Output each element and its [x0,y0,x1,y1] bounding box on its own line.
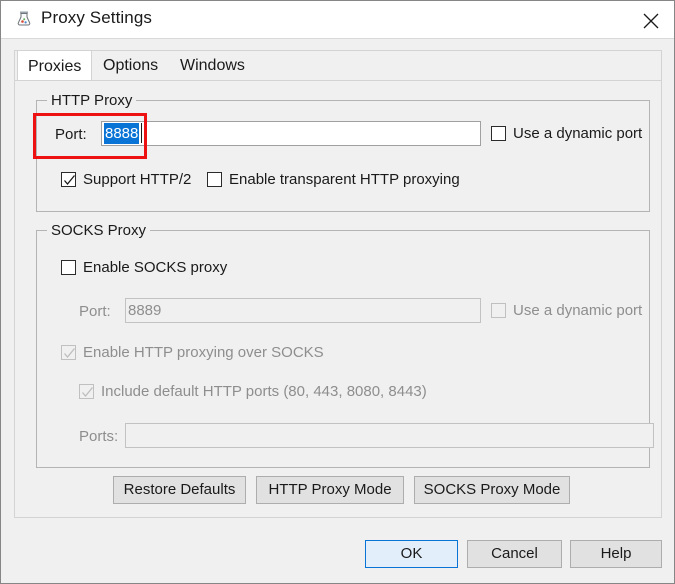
checkmark-icon [61,172,76,187]
checkmark-icon [61,345,76,360]
tab-strip: Proxies Options Windows [14,50,662,83]
restore-defaults-button[interactable]: Restore Defaults [113,476,246,504]
restore-defaults-label: Restore Defaults [123,481,236,498]
support-http2-checkbox[interactable]: Support HTTP/2 [61,171,191,189]
socks-proxy-group: SOCKS Proxy Enable SOCKS proxy Port: Use… [36,222,654,468]
http-proxy-mode-label: HTTP Proxy Mode [268,481,392,498]
proxies-tab-panel: HTTP Proxy Port: 8888 Use a dynamic port… [14,80,662,518]
http-proxy-group-title: HTTP Proxy [47,92,137,109]
http-over-socks-checkbox[interactable]: Enable HTTP proxying over SOCKS [61,344,324,362]
transparent-proxying-label: Enable transparent HTTP proxying [229,171,460,188]
checkbox-box-icon [61,260,76,275]
include-default-http-ports-label: Include default HTTP ports (80, 443, 808… [101,383,427,400]
proxy-jar-icon [15,10,33,28]
tab-options[interactable]: Options [93,51,168,82]
text-caret [141,123,142,143]
window-title: Proxy Settings [41,8,153,27]
transparent-proxying-checkbox[interactable]: Enable transparent HTTP proxying [207,171,460,189]
close-icon [643,13,659,29]
http-proxy-group: HTTP Proxy Port: 8888 Use a dynamic port… [36,92,650,212]
cancel-button[interactable]: Cancel [467,540,562,568]
socks-ports-label: Ports: [79,428,119,445]
socks-dynamic-port-label: Use a dynamic port [513,302,643,319]
enable-socks-proxy-label: Enable SOCKS proxy [83,259,228,276]
http-over-socks-label: Enable HTTP proxying over SOCKS [83,344,324,361]
tab-windows[interactable]: Windows [170,51,255,82]
help-label: Help [600,545,632,562]
checkmark-icon [79,384,94,399]
checkbox-box-icon [491,126,506,141]
include-default-http-ports-checkbox[interactable]: Include default HTTP ports (80, 443, 808… [79,383,427,401]
http-proxy-mode-button[interactable]: HTTP Proxy Mode [256,476,404,504]
tab-proxies[interactable]: Proxies [17,50,93,83]
help-button[interactable]: Help [570,540,662,568]
support-http2-label: Support HTTP/2 [83,171,192,188]
socks-port-input[interactable] [125,298,481,323]
socks-proxy-mode-button[interactable]: SOCKS Proxy Mode [414,476,570,504]
checkbox-box-icon [207,172,222,187]
cancel-label: Cancel [491,545,538,562]
tab-proxies-label: Proxies [28,58,82,75]
socks-proxy-group-title: SOCKS Proxy [47,222,151,239]
proxy-settings-dialog: Proxy Settings Proxies Options Windows H… [0,0,675,584]
checkbox-box-icon [491,303,506,318]
socks-proxy-mode-label: SOCKS Proxy Mode [423,481,561,498]
tab-windows-label: Windows [180,57,245,74]
http-dynamic-port-label: Use a dynamic port [513,125,643,142]
enable-socks-proxy-checkbox[interactable]: Enable SOCKS proxy [61,259,227,277]
socks-dynamic-port-checkbox[interactable]: Use a dynamic port [491,302,642,320]
socks-ports-input[interactable] [125,423,654,448]
http-port-input[interactable] [101,121,481,146]
socks-port-label: Port: [79,303,111,320]
close-button[interactable] [628,1,674,38]
ok-label: OK [400,545,423,562]
http-dynamic-port-checkbox[interactable]: Use a dynamic port [491,125,642,143]
tab-options-label: Options [103,57,159,74]
ok-button[interactable]: OK [365,540,458,568]
title-bar: Proxy Settings [1,1,674,39]
http-port-label: Port: [55,126,87,143]
